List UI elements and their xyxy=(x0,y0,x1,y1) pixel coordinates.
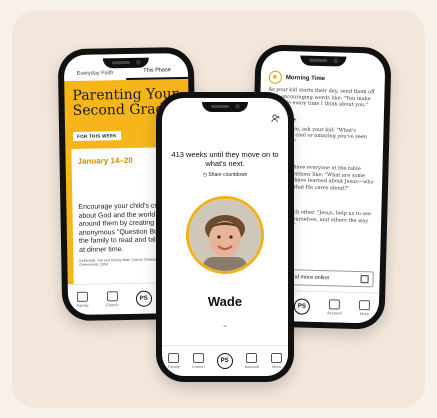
ps-logo-icon: PS xyxy=(216,353,233,369)
tabbar-ps[interactable]: PS xyxy=(293,298,311,315)
home-icon xyxy=(168,353,180,363)
tabbar-account[interactable]: Account xyxy=(327,299,342,316)
clock-icon: ◷ xyxy=(202,172,208,178)
phone-notch xyxy=(202,102,248,112)
share-countdown-button[interactable]: ◷ Share countdown xyxy=(162,172,288,178)
church-icon xyxy=(106,291,118,302)
add-person-icon[interactable] xyxy=(271,114,280,125)
morning-time-header: Morning Time xyxy=(268,70,385,87)
phone-notch xyxy=(102,57,149,69)
sun-icon xyxy=(268,70,283,84)
account-icon xyxy=(246,353,258,363)
ps-logo-icon: PS xyxy=(293,298,311,315)
tabbar-account[interactable]: Account xyxy=(245,353,259,369)
phone-notch xyxy=(300,55,347,67)
tabbar-family[interactable]: Family xyxy=(168,353,180,369)
tabbar-ps[interactable]: PS xyxy=(135,290,152,307)
week-tag: FOR THIS WEEK xyxy=(73,131,121,141)
tabbar-more[interactable]: More xyxy=(359,300,371,316)
child-name: Wade xyxy=(207,294,243,309)
account-icon xyxy=(328,299,341,310)
more-icon xyxy=(359,300,371,311)
tabbar-ps[interactable]: PS xyxy=(216,353,233,369)
tabbar-family[interactable]: Family xyxy=(76,291,89,308)
tabbar-church[interactable]: Church xyxy=(192,353,205,369)
countdown-screen: 413 weeks until they move on to what's n… xyxy=(162,98,288,376)
phone-center: 413 weeks until they move on to what's n… xyxy=(156,92,294,382)
section-title: Morning Time xyxy=(285,74,326,82)
tab-bar: Family Church PS Account More xyxy=(162,345,288,376)
child-photo xyxy=(189,199,261,271)
weeks-countdown: 413 weeks until they move on to what's n… xyxy=(171,150,279,168)
chevron-down-icon[interactable]: ⌄ xyxy=(222,320,229,329)
home-icon xyxy=(76,291,89,302)
tabbar-more[interactable]: More xyxy=(271,353,282,369)
avatar[interactable] xyxy=(186,196,264,274)
more-icon xyxy=(271,353,282,363)
tabbar-church[interactable]: Church xyxy=(105,291,119,307)
ps-logo-icon: PS xyxy=(135,290,152,307)
church-icon xyxy=(192,353,204,363)
